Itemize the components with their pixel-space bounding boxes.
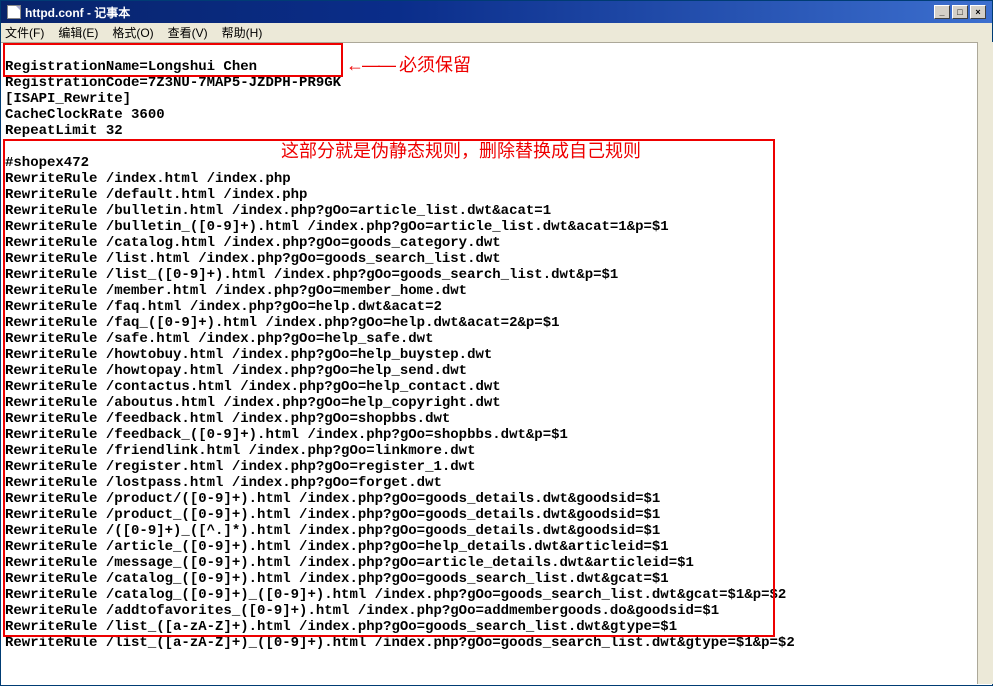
text-line: RegistrationCode=7Z3NU-7MAP5-JZDPH-PR9GK <box>5 75 341 91</box>
menu-file[interactable]: 文件(F) <box>5 24 44 41</box>
text-line: RegistrationName=Longshui Chen <box>5 59 257 75</box>
annotation-rules-label: 这部分就是伪静态规则，删除替换成自己规则 <box>281 143 641 159</box>
menu-help[interactable]: 帮助(H) <box>222 24 263 41</box>
text-line: [ISAPI_Rewrite] <box>5 91 131 107</box>
text-line: RewriteRule /faq.html /index.php?gOo=hel… <box>5 299 442 315</box>
menu-view[interactable]: 查看(V) <box>168 24 208 41</box>
menu-format[interactable]: 格式(O) <box>112 24 153 41</box>
text-line: RewriteRule /addtofavorites_([0-9]+).htm… <box>5 603 719 619</box>
text-line: RewriteRule /member.html /index.php?gOo=… <box>5 283 467 299</box>
text-line: RewriteRule /feedback_([0-9]+).html /ind… <box>5 427 568 443</box>
arrow-left-icon: ←—— <box>346 55 394 75</box>
text-line: RewriteRule /list_([a-zA-Z]+)_([0-9]+).h… <box>5 635 795 651</box>
text-line: CacheClockRate 3600 <box>5 107 165 123</box>
maximize-button[interactable]: □ <box>952 5 968 19</box>
titlebar[interactable]: httpd.conf - 记事本 _ □ × <box>1 1 992 23</box>
annotation-keep-label: ←—— 必须保留 <box>346 57 471 73</box>
text-line: RewriteRule /friendlink.html /index.php?… <box>5 443 475 459</box>
text-line: RewriteRule /index.html /index.php <box>5 171 291 187</box>
text-line: RewriteRule /catalog.html /index.php?gOo… <box>5 235 501 251</box>
text-content[interactable]: RegistrationName=Longshui Chen Registrat… <box>1 43 992 685</box>
text-line: RewriteRule /list_([a-zA-Z]+).html /inde… <box>5 619 677 635</box>
text-line: RewriteRule /list_([0-9]+).html /index.p… <box>5 267 618 283</box>
text-line: RepeatLimit 32 <box>5 123 123 139</box>
text-line: RewriteRule /bulletin_([0-9]+).html /ind… <box>5 219 669 235</box>
text-line: RewriteRule /howtopay.html /index.php?gO… <box>5 363 467 379</box>
window-title: httpd.conf - 记事本 <box>25 4 934 21</box>
text-line: RewriteRule /register.html /index.php?gO… <box>5 459 475 475</box>
text-line: RewriteRule /product_([0-9]+).html /inde… <box>5 507 660 523</box>
text-line: RewriteRule /bulletin.html /index.php?gO… <box>5 203 551 219</box>
text-line: RewriteRule /product/([0-9]+).html /inde… <box>5 491 660 507</box>
text-line: RewriteRule /safe.html /index.php?gOo=he… <box>5 331 433 347</box>
text-line: RewriteRule /article_([0-9]+).html /inde… <box>5 539 669 555</box>
window-controls: _ □ × <box>934 5 986 19</box>
text-line: RewriteRule /howtobuy.html /index.php?gO… <box>5 347 492 363</box>
text-line: RewriteRule /aboutus.html /index.php?gOo… <box>5 395 501 411</box>
text-line: RewriteRule /feedback.html /index.php?gO… <box>5 411 450 427</box>
text-line: RewriteRule /lostpass.html /index.php?gO… <box>5 475 442 491</box>
text-line: RewriteRule /([0-9]+)_([^.]*).html /inde… <box>5 523 660 539</box>
text-line: RewriteRule /default.html /index.php <box>5 187 307 203</box>
text-line: #shopex472 <box>5 155 89 171</box>
notepad-window: httpd.conf - 记事本 _ □ × 文件(F) 编辑(E) 格式(O)… <box>0 0 993 686</box>
menubar: 文件(F) 编辑(E) 格式(O) 查看(V) 帮助(H) <box>1 23 992 43</box>
text-line: RewriteRule /catalog_([0-9]+)_([0-9]+).h… <box>5 587 786 603</box>
text-line: RewriteRule /contactus.html /index.php?g… <box>5 379 501 395</box>
close-button[interactable]: × <box>970 5 986 19</box>
document-icon <box>7 5 21 19</box>
text-line: RewriteRule /faq_([0-9]+).html /index.ph… <box>5 315 560 331</box>
text-line: RewriteRule /catalog_([0-9]+).html /inde… <box>5 571 669 587</box>
vertical-scrollbar[interactable] <box>977 42 993 684</box>
minimize-button[interactable]: _ <box>934 5 950 19</box>
text-line: RewriteRule /message_([0-9]+).html /inde… <box>5 555 694 571</box>
text-line: RewriteRule /list.html /index.php?gOo=go… <box>5 251 501 267</box>
menu-edit[interactable]: 编辑(E) <box>58 24 98 41</box>
